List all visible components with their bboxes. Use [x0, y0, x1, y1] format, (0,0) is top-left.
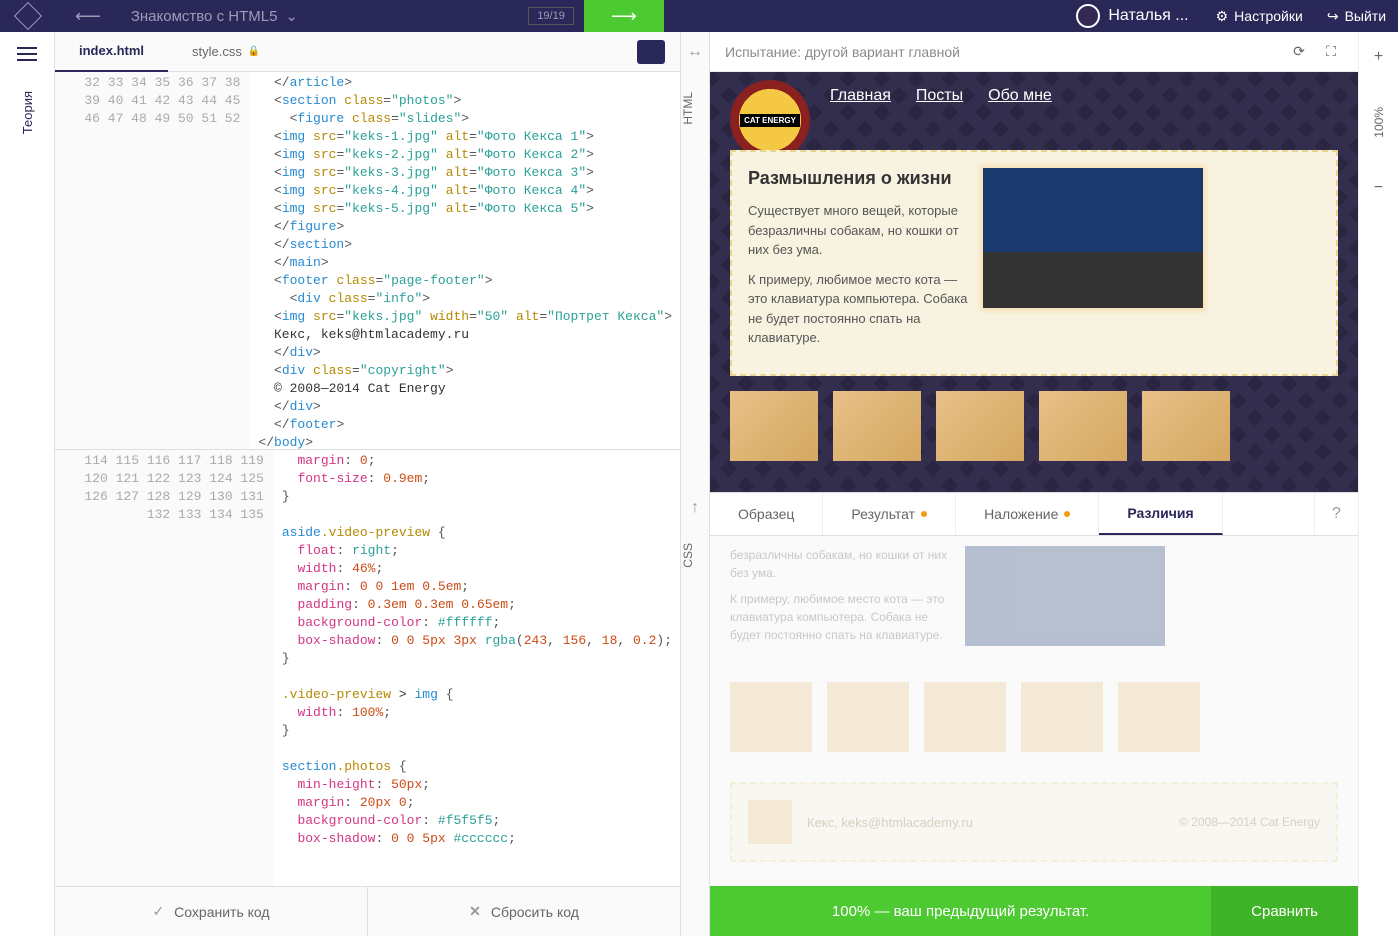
photos-row	[710, 391, 1358, 461]
photo-thumb	[936, 391, 1024, 461]
drag-handle[interactable]: ↔	[681, 32, 709, 72]
avatar	[1076, 4, 1100, 28]
diff-video-thumb	[965, 546, 1165, 646]
nav-link-about[interactable]: Обо мне	[988, 87, 1052, 105]
video-thumbnail	[983, 168, 1203, 308]
course-title-dropdown[interactable]: Знакомство с HTML5 ⌄	[121, 7, 529, 25]
zoom-in-button[interactable]: +	[1369, 47, 1389, 67]
diff-view: безразличны собакам, но кошки от них без…	[710, 536, 1358, 886]
check-icon	[152, 903, 164, 920]
photo-thumb	[924, 682, 1006, 752]
preview-body: CAT ENERGY Главная Посты Обо мне Размышл…	[710, 72, 1358, 492]
top-header: ⟵ Знакомство с HTML5 ⌄ 19/19 ⟶ Наталья .…	[0, 0, 1398, 32]
expand-icon[interactable]: ⛶	[1319, 40, 1343, 64]
photo-thumb	[827, 682, 909, 752]
photo-thumb	[833, 391, 921, 461]
article-block: Размышления о жизни Существует много вещ…	[730, 150, 1338, 376]
refresh-icon[interactable]: ⟳	[1287, 40, 1311, 64]
theory-tab[interactable]: Теория	[20, 91, 35, 134]
progress-indicator: 19/19	[528, 7, 574, 25]
nav-link-posts[interactable]: Посты	[916, 87, 963, 105]
compare-button[interactable]: Сравнить	[1211, 886, 1358, 936]
indicator-dot	[921, 511, 927, 517]
logout-link[interactable]: ↪ Выйти	[1315, 8, 1398, 25]
compare-footer: 100% — ваш предыдущий результат. Сравнит…	[710, 886, 1358, 936]
left-rail: Теория	[0, 32, 55, 936]
course-title-text: Знакомство с HTML5	[131, 8, 278, 25]
editor-panel: index.html style.css 🔒 32 33 34 35 36 37…	[55, 32, 680, 936]
result-text: 100% — ваш предыдущий результат.	[710, 903, 1211, 920]
lock-icon: 🔒	[248, 46, 260, 57]
gear-icon: ⚙	[1216, 8, 1229, 25]
menu-icon[interactable]	[17, 47, 37, 61]
article-p1: Существует много вещей, которые безразли…	[748, 201, 968, 260]
preview-header: Испытание: другой вариант главной ⟳ ⛶	[710, 32, 1358, 72]
html-editor[interactable]: 32 33 34 35 36 37 38 39 40 41 42 43 44 4…	[55, 72, 680, 450]
photo-thumb	[1142, 391, 1230, 461]
diff-footer: Кекс, keks@htmlacademy.ru © 2008—2014 Ca…	[730, 782, 1338, 862]
zoom-level: 100%	[1372, 107, 1386, 138]
x-icon	[469, 903, 481, 920]
tab-index-html[interactable]: index.html	[55, 32, 168, 72]
css-editor[interactable]: 114 115 116 117 118 119 120 121 122 123 …	[55, 450, 680, 886]
photo-thumb	[1039, 391, 1127, 461]
layout-toggle-button[interactable]	[637, 40, 665, 64]
right-rail: + 100% −	[1358, 32, 1398, 936]
tab-sample[interactable]: Образец	[710, 493, 823, 535]
preview-title: Испытание: другой вариант главной	[725, 44, 960, 60]
line-gutter: 32 33 34 35 36 37 38 39 40 41 42 43 44 4…	[55, 72, 250, 449]
zoom-out-button[interactable]: −	[1369, 178, 1389, 198]
cat-energy-logo: CAT ENERGY	[730, 80, 810, 160]
line-gutter: 114 115 116 117 118 119 120 121 122 123 …	[55, 450, 274, 886]
site-nav: CAT ENERGY Главная Посты Обо мне	[710, 72, 1358, 120]
save-button[interactable]: Сохранить код	[55, 887, 368, 936]
css-label: CSS	[681, 523, 709, 588]
photo-thumb	[1021, 682, 1103, 752]
logo-icon	[13, 2, 41, 30]
photo-thumb	[730, 391, 818, 461]
main-container: Теория index.html style.css 🔒 32 33 34 3…	[0, 32, 1398, 936]
nav-link-main[interactable]: Главная	[830, 87, 891, 105]
code-content[interactable]: </article> <section class="photos"> <fig…	[250, 72, 680, 449]
diff-article: безразличны собакам, но кошки от них без…	[730, 546, 1338, 652]
user-menu[interactable]: Наталья ...	[1061, 4, 1203, 28]
article-title: Размышления о жизни	[748, 168, 968, 189]
back-button[interactable]: ⟵	[55, 6, 121, 27]
help-button[interactable]: ?	[1314, 493, 1358, 535]
user-name: Наталья ...	[1108, 7, 1188, 25]
photo-thumb	[1118, 682, 1200, 752]
file-tabs: index.html style.css 🔒	[55, 32, 680, 72]
photo-thumb	[730, 682, 812, 752]
tab-style-css[interactable]: style.css 🔒	[168, 32, 284, 72]
editor-footer: Сохранить код Сбросить код	[55, 886, 680, 936]
tab-diff[interactable]: Различия	[1099, 493, 1222, 535]
code-content[interactable]: margin: 0; font-size: 0.9em; } aside.vid…	[274, 450, 680, 886]
html-label: HTML	[681, 72, 709, 145]
arrow-right-icon: ⟶	[611, 6, 637, 27]
reset-button[interactable]: Сбросить код	[368, 887, 680, 936]
compare-tabs: Образец Результат Наложение Различия ?	[710, 492, 1358, 536]
settings-link[interactable]: ⚙ Настройки	[1204, 8, 1315, 25]
article-text: Размышления о жизни Существует много вещ…	[748, 168, 968, 358]
scroll-up-icon[interactable]: ↑	[681, 493, 709, 523]
article-p2: К примеру, любимое место кота — это клав…	[748, 270, 968, 348]
code-area: 32 33 34 35 36 37 38 39 40 41 42 43 44 4…	[55, 72, 680, 886]
tab-result[interactable]: Результат	[823, 493, 956, 535]
header-right: Наталья ... ⚙ Настройки ↪ Выйти	[1061, 0, 1398, 32]
site-logo[interactable]	[0, 0, 55, 32]
next-button[interactable]: ⟶	[584, 0, 664, 32]
diff-photos	[730, 682, 1338, 752]
logout-icon: ↪	[1327, 8, 1339, 25]
indicator-dot	[1064, 511, 1070, 517]
diff-avatar	[748, 800, 792, 844]
preview-panel: Испытание: другой вариант главной ⟳ ⛶ CA…	[710, 32, 1358, 936]
mid-rail: ↔ HTML ↑ CSS	[680, 32, 710, 936]
chevron-down-icon: ⌄	[285, 7, 298, 25]
tab-overlay[interactable]: Наложение	[956, 493, 1099, 535]
